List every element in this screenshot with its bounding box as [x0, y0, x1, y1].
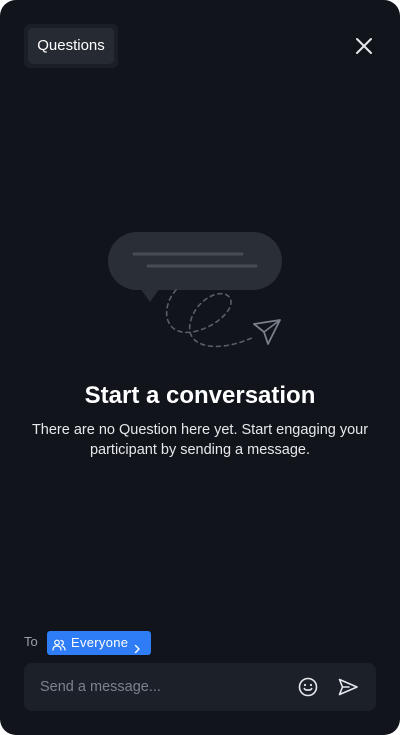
message-composer — [24, 663, 376, 711]
empty-state-description: There are no Question here yet. Start en… — [31, 422, 369, 458]
tab-questions[interactable]: Questions — [28, 28, 114, 64]
close-icon[interactable] — [352, 34, 376, 58]
recipient-label: Everyone — [71, 635, 129, 650]
recipient-select[interactable]: Everyone — [47, 631, 151, 655]
empty-state-title: Start a conversation — [84, 382, 316, 409]
message-input[interactable] — [40, 663, 290, 711]
questions-panel: Questions Start a conversation There are… — [0, 0, 400, 735]
tab-bar: Questions — [24, 24, 118, 68]
users-icon — [52, 636, 66, 651]
to-label: To — [24, 634, 38, 649]
smiley-icon[interactable] — [297, 676, 319, 698]
empty-chat-illustration — [104, 228, 288, 358]
send-icon[interactable] — [337, 676, 359, 698]
chevron-right-icon — [132, 638, 142, 654]
